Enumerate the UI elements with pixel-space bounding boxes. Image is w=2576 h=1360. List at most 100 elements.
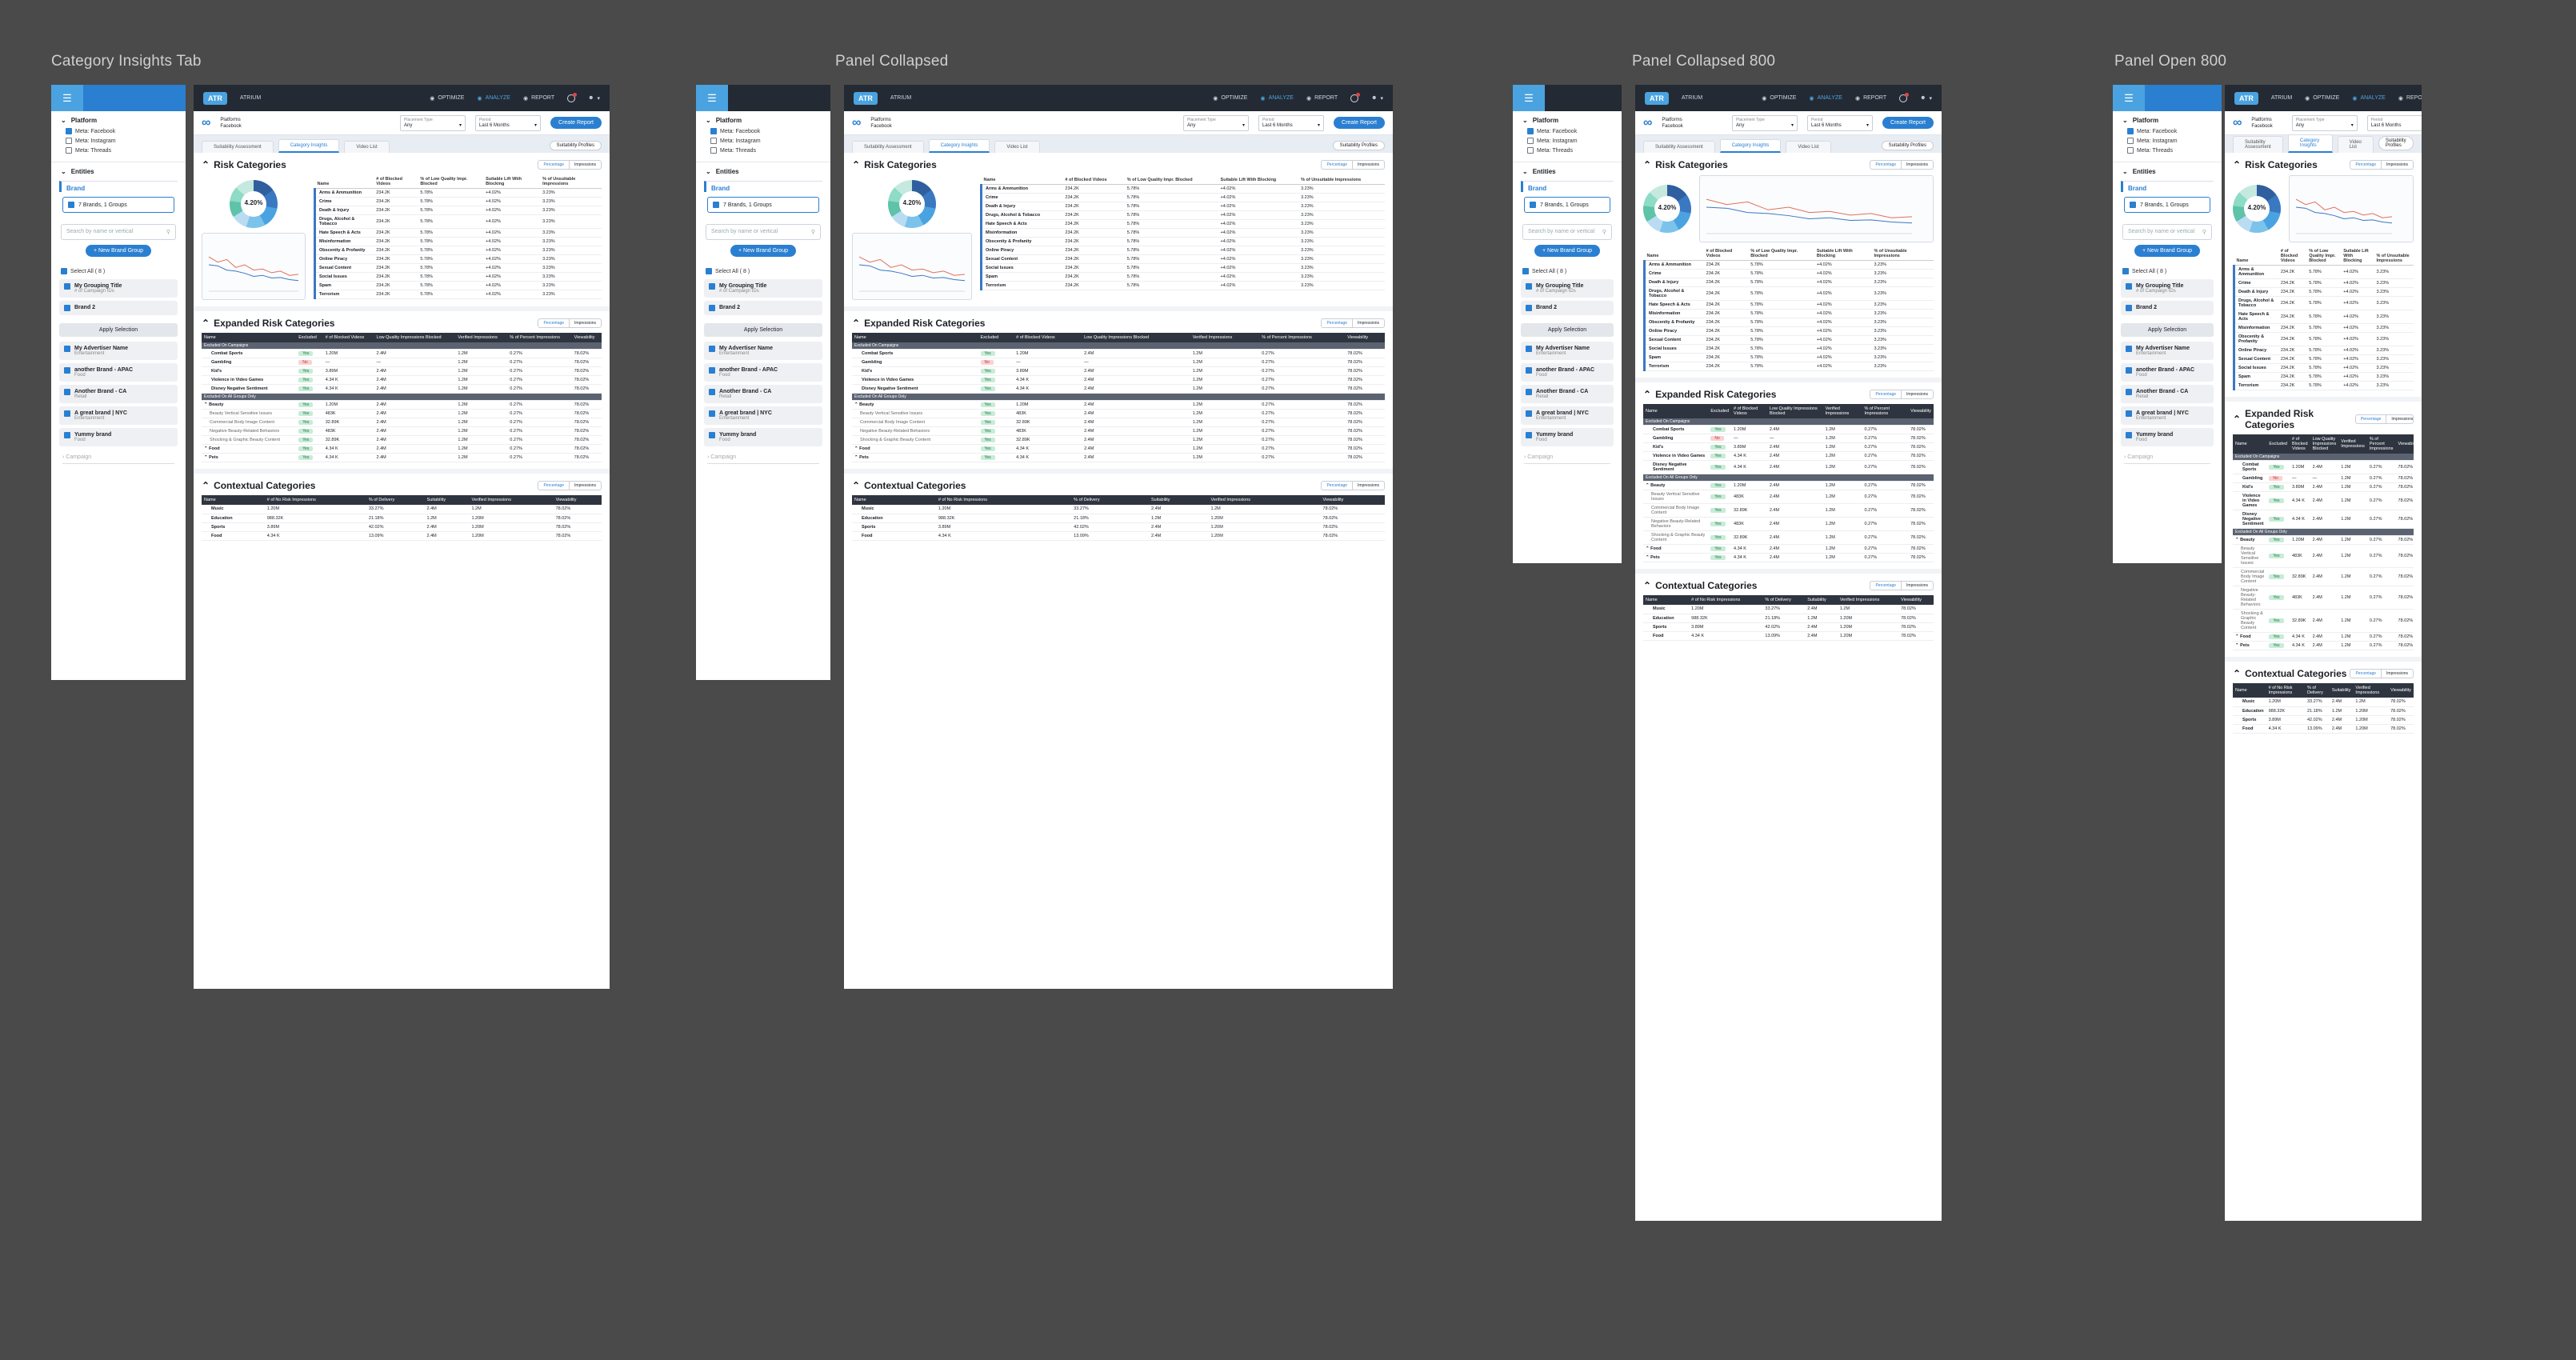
entities-section[interactable]: ⌄ Entities <box>696 162 830 178</box>
column-header[interactable]: Name <box>981 175 1063 185</box>
table-row[interactable]: Kid's Yes 3.89M 2.4M 1.2M 0.27% 78.02% <box>2233 482 2414 492</box>
placement-dropdown[interactable]: Placement Type Any ▾ <box>1183 114 1250 131</box>
brand-group-item[interactable]: My Grouping Title # of Campaign IDs <box>59 279 178 298</box>
table-row[interactable]: Commercial Body Image Content Yes 32.89K 2.… <box>2233 567 2414 586</box>
placement-dropdown[interactable]: Placement Type Any ▾ <box>1732 114 1798 131</box>
column-header[interactable]: Suitable Lift With Blocking <box>2341 247 2374 266</box>
table-row[interactable]: Kid's Yes 3.89M 2.4M 1.2M 0.27% 78.02% <box>1643 442 1934 452</box>
table-row[interactable]: ⌃ Pets Yes 4.34 K 2.4M 1.2M 0.27% 78.02% <box>852 453 1385 462</box>
nav-item[interactable]: ◉REPORT <box>2398 95 2422 102</box>
select-all-checkbox[interactable]: Select All ( 8 ) <box>696 262 830 276</box>
column-header[interactable]: % of Low Quality Impr. Blocked <box>2306 247 2342 266</box>
checkbox-icon[interactable] <box>2127 128 2134 134</box>
nav-item[interactable]: ◉REPORT <box>1306 95 1338 102</box>
advertiser-item[interactable]: another Brand - APAC Food <box>2121 363 2214 382</box>
checkbox-icon[interactable] <box>1527 138 1534 144</box>
table-row[interactable]: Shocking & Graphic Beauty Content Yes 32.8… <box>852 435 1385 445</box>
column-header[interactable]: % of Percent Impressions <box>1259 333 1346 342</box>
campaign-section[interactable]: › Campaign <box>2124 454 2210 464</box>
column-header[interactable]: # of No Risk Impressions <box>264 495 366 505</box>
create-report-button[interactable]: Create Report <box>550 117 602 129</box>
column-header[interactable]: Suitable Lift With Blocking <box>1814 247 1872 261</box>
nav-brand[interactable]: ATRIUM <box>1682 95 1702 101</box>
checkbox-icon[interactable] <box>1527 128 1534 134</box>
table-row[interactable]: Shocking & Graphic Beauty Content Yes 32.8… <box>202 435 602 445</box>
column-header[interactable]: % of Unsuitable Impressions <box>1871 247 1934 261</box>
column-header[interactable]: # of Blocked Videos <box>1014 333 1082 342</box>
user-menu[interactable]: ☻ ▾ <box>588 95 600 102</box>
table-row[interactable]: Commercial Body Image Content Yes 32.89K 2.… <box>852 418 1385 427</box>
table-row[interactable]: Kid's Yes 3.89M 2.4M 1.2M 0.27% 78.02% <box>852 366 1385 376</box>
table-row[interactable]: Violence in Video Games Yes 4.34 K 2.4M 1.2M… <box>852 375 1385 385</box>
column-header[interactable]: Viewability <box>571 333 602 342</box>
advertiser-item[interactable]: A great brand | NYC Entertainment <box>704 406 822 425</box>
brand-group-item[interactable]: My Grouping Title # of Campaign IDs <box>1521 279 1614 298</box>
platform-checkbox[interactable]: Meta: Instagram <box>51 136 186 146</box>
column-header[interactable]: % of Percent Impressions <box>507 333 572 342</box>
tab-1[interactable]: Category Insights <box>278 139 340 153</box>
column-header[interactable]: % of Percent Impressions <box>2366 434 2396 454</box>
column-header[interactable]: Excluded <box>978 333 1014 342</box>
advertiser-item[interactable]: Yummy brand Food <box>2121 428 2214 446</box>
select-all-checkbox[interactable]: Select All ( 8 ) <box>2113 262 2222 276</box>
suitability-profiles-dropdown[interactable]: Suitability Profiles <box>549 141 602 150</box>
column-header[interactable]: % of Delivery <box>2304 683 2330 698</box>
table-row[interactable]: Violence in Video Games Yes 4.34 K 2.4M 1.2M… <box>1643 451 1934 461</box>
column-header[interactable]: # of Blocked Videos <box>1703 247 1749 261</box>
table-row[interactable]: ⌃ Food Yes 4.34 K 2.4M 1.2M 0.27% 78.02% <box>1643 544 1934 554</box>
table-row[interactable]: Disney Negative Sentiment Yes 4.34 K 2.4M 1.… <box>202 384 602 394</box>
table-row[interactable]: Gambling No — —1.2M 0.27% 78.02% <box>2233 474 2414 483</box>
column-header[interactable]: Name <box>2234 247 2278 266</box>
expanded-section-title[interactable]: ⌃ Expanded Risk Categories <box>852 318 985 329</box>
advertiser-item[interactable]: Another Brand - CA Retail <box>59 385 178 403</box>
column-header[interactable]: Viewability <box>2395 434 2414 454</box>
nav-item[interactable]: ◉ ANALYZE <box>1809 95 1842 102</box>
column-header[interactable]: # of No Risk Impressions <box>2266 683 2305 698</box>
column-header[interactable]: # of Blocked Videos <box>1062 175 1125 185</box>
create-report-button[interactable]: Create Report <box>1334 117 1385 129</box>
brand-tab[interactable]: Brand <box>704 181 822 192</box>
nav-brand[interactable]: ATRIUM <box>890 95 911 101</box>
nav-item[interactable]: ◉ ANALYZE <box>1260 95 1294 102</box>
column-header[interactable]: Verified Impressions <box>1837 595 1899 605</box>
column-header[interactable]: Name <box>2233 683 2266 698</box>
platform-section[interactable]: ⌄ Platform <box>696 111 830 126</box>
user-menu[interactable]: ☻ ▾ <box>1371 95 1383 102</box>
table-row[interactable]: Combat Sports Yes 1.20M 2.4M 1.2M 0.27% 78.02% <box>2233 460 2414 474</box>
platform-checkbox[interactable]: Meta: Facebook <box>696 126 830 136</box>
column-header[interactable]: % of Unsuitable Impressions <box>540 175 602 189</box>
risk-section-title[interactable]: ⌃ Risk Categories <box>202 159 286 170</box>
column-header[interactable]: % of Low Quality Impr. Blocked <box>1124 175 1218 185</box>
menu-icon[interactable]: ☰ <box>1513 85 1545 111</box>
metric-toggle[interactable]: Percentage Impressions <box>538 160 602 170</box>
advertiser-item[interactable]: A great brand | NYC Entertainment <box>59 406 178 425</box>
column-header[interactable]: # of Blocked Videos <box>2289 434 2310 454</box>
entities-section[interactable]: ⌄ Entities <box>1513 162 1622 178</box>
column-header[interactable]: Low Quality Impressions Blocked <box>374 333 456 342</box>
campaign-section[interactable]: › Campaign <box>62 454 174 464</box>
nav-item[interactable]: ◉REPORT <box>1855 95 1886 102</box>
advertiser-item[interactable]: another Brand - APAC Food <box>59 363 178 382</box>
table-row[interactable]: Disney Negative Sentiment Yes 4.34 K 2.4M 1.… <box>852 384 1385 394</box>
table-row[interactable]: Gambling No — —1.2M 0.27% 78.02% <box>1643 434 1934 443</box>
platform-checkbox[interactable]: Meta: Facebook <box>51 126 186 136</box>
column-header[interactable]: # of No Risk Impressions <box>1689 595 1763 605</box>
metric-toggle[interactable]: Percentage Impressions <box>1321 481 1385 490</box>
column-header[interactable]: Suitability <box>424 495 470 505</box>
new-brand-group-button[interactable]: + New Brand Group <box>2134 245 2200 257</box>
column-header[interactable]: # of Blocked Videos <box>322 333 374 342</box>
tab-0[interactable]: Suitability Assessment <box>202 141 274 153</box>
advertiser-item[interactable]: another Brand - APAC Food <box>704 363 822 382</box>
column-header[interactable]: Name <box>1643 404 1709 418</box>
platform-section[interactable]: ⌄ Platform <box>51 111 186 126</box>
entities-section[interactable]: ⌄ Entities <box>2113 162 2222 178</box>
nav-item[interactable]: ◉ ANALYZE <box>2352 95 2386 102</box>
table-row[interactable]: Beauty Vertical Sensitive Issues Yes 483K 2… <box>202 409 602 418</box>
table-row[interactable]: Negative Beauty-Related Behaviors Yes 483K… <box>1643 517 1934 531</box>
period-dropdown[interactable]: PeriodLast 6 Months ▾ <box>2366 114 2422 131</box>
table-row[interactable]: Kid's Yes 3.89M 2.4M 1.2M 0.27% 78.02% <box>202 366 602 376</box>
table-row[interactable]: ⌃ Beauty Yes 1.20M 2.4M 1.2M 0.27% 78.02% <box>852 400 1385 410</box>
column-header[interactable]: Excluded <box>1708 404 1732 418</box>
column-header[interactable]: # of Blocked Videos <box>374 175 418 189</box>
table-row[interactable]: Gambling No — —1.2M 0.27% 78.02% <box>852 358 1385 367</box>
